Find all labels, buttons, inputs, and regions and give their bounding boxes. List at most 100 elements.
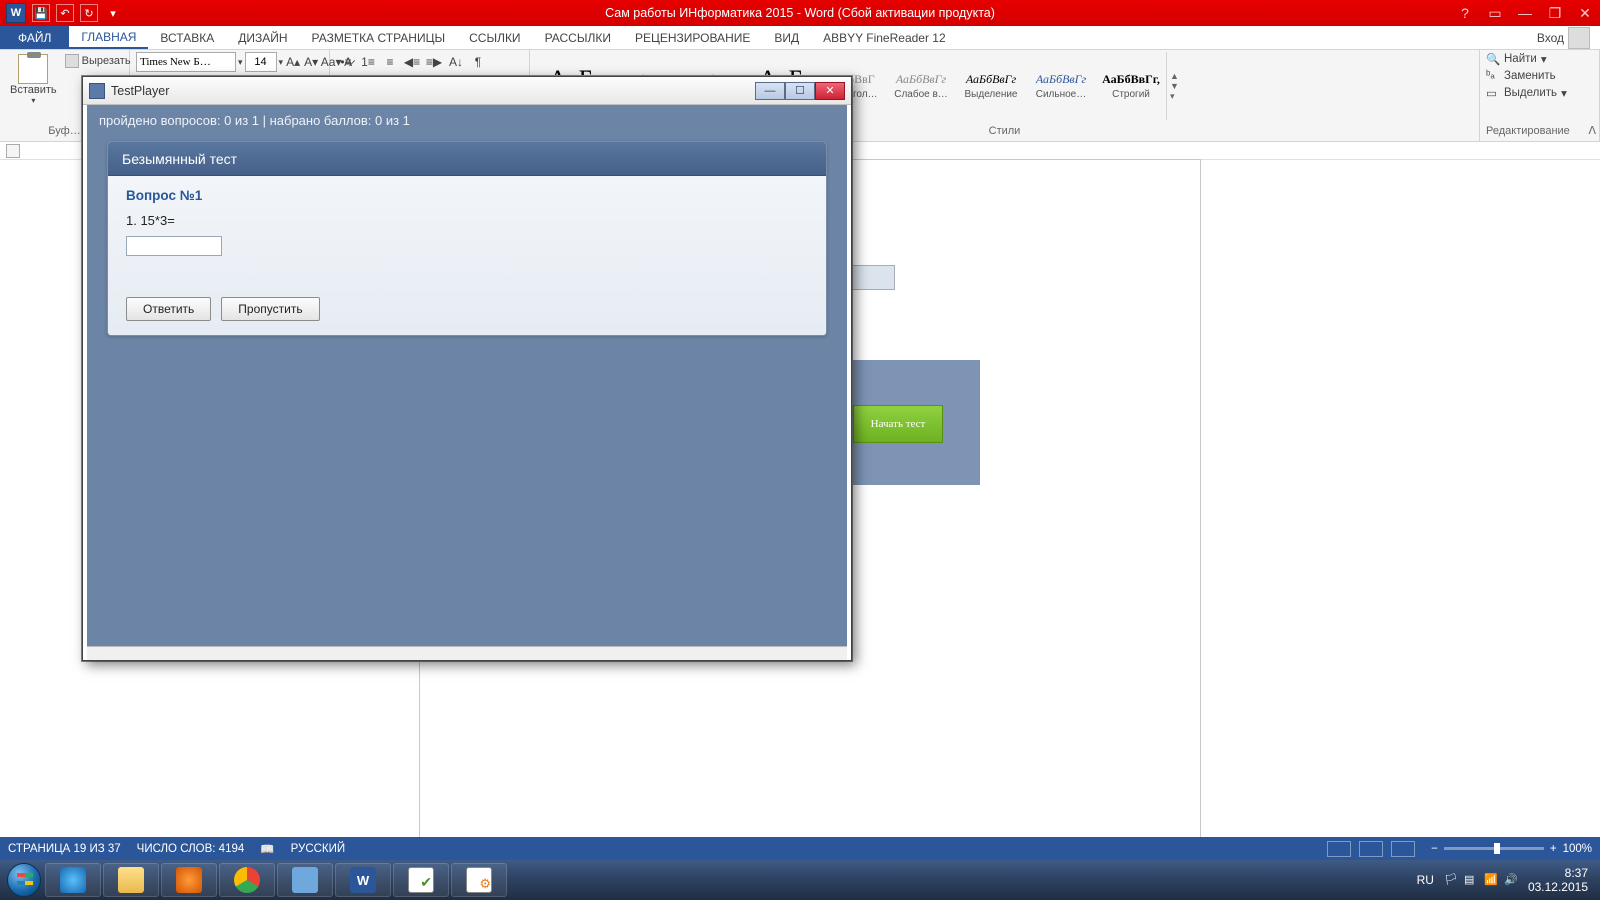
taskbar-explorer[interactable] [103,863,159,897]
web-layout-icon[interactable] [1391,841,1415,857]
app2-icon: ✔ [408,867,434,893]
page-indicator[interactable]: СТРАНИЦА 19 ИЗ 37 [8,843,121,855]
ruler-corner[interactable] [6,144,20,158]
taskbar-ie[interactable] [45,863,101,897]
word-titlebar: W 💾 ↶ ↻ ▾ Сам работы ИНформатика 2015 - … [0,0,1600,26]
tab-вид[interactable]: ВИД [762,26,811,49]
cut-button[interactable]: Вырезать [65,54,131,68]
taskbar-app1[interactable] [277,863,333,897]
tab-ссылки[interactable]: ССЫЛКИ [457,26,532,49]
save-icon[interactable]: 💾 [32,4,50,22]
style-cell[interactable]: АаБбВвГг,Строгий [1096,52,1166,120]
zoom-slider[interactable] [1444,847,1544,850]
style-cell[interactable]: АаБбВвГгВыделение [956,52,1026,120]
multilevel-icon[interactable]: ≡ [380,52,400,72]
answer-button[interactable]: Ответить [126,297,211,321]
style-cell[interactable]: АаБбВвГгСильное… [1026,52,1096,120]
tray-network-icon[interactable]: 📶 [1484,873,1498,887]
print-layout-icon[interactable] [1359,841,1383,857]
inc-indent-icon[interactable]: ≡▶ [424,52,444,72]
tray-flag-icon[interactable]: 🏳 [1444,873,1458,887]
bullets-icon[interactable]: •≡ [336,52,356,72]
taskbar-wmp[interactable] [161,863,217,897]
editing-group: 🔍Найти ▾ ᵇₐЗаменить ▭Выделить ▾ Редактир… [1480,50,1600,141]
tp-close-icon[interactable]: ✕ [815,82,845,100]
select-button[interactable]: ▭Выделить ▾ [1486,86,1593,100]
language-indicator[interactable]: РУССКИЙ [291,843,346,855]
taskbar-chrome[interactable] [219,863,275,897]
testplayer-window-controls: — ☐ ✕ [755,82,845,100]
collapse-ribbon-icon[interactable]: ᐱ [1588,124,1596,137]
skip-button[interactable]: Пропустить [221,297,319,321]
tray-volume-icon[interactable]: 🔊 [1504,873,1518,887]
numbering-icon[interactable]: 1≡ [358,52,378,72]
testplayer-body: пройдено вопросов: 0 из 1 | набрано балл… [87,105,847,646]
tab-разметка-страницы[interactable]: РАЗМЕТКА СТРАНИЦЫ [300,26,458,49]
grow-font-icon[interactable]: A▴ [285,52,301,72]
tab-вставка[interactable]: ВСТАВКА [148,26,226,49]
font-size-input[interactable] [245,52,277,72]
tp-minimize-icon[interactable]: — [755,82,785,100]
styles-expand-icon[interactable]: ▲▼▾ [1166,52,1182,120]
zoom-out-icon[interactable]: − [1431,843,1438,855]
chrome-icon [234,867,260,893]
answer-input[interactable] [126,236,222,256]
question-number: Вопрос №1 [126,188,808,203]
taskbar-app3[interactable]: ⚙ [451,863,507,897]
proofing-icon[interactable]: 📖 [260,842,274,856]
restore-icon[interactable]: ❐ [1540,2,1570,24]
style-cell[interactable]: АаБбВвГгСлабое в… [886,52,956,120]
tab-рецензирование[interactable]: РЕЦЕНЗИРОВАНИЕ [623,26,762,49]
minimize-icon[interactable]: — [1510,2,1540,24]
start-button[interactable] [4,860,44,900]
word-icon: W [6,3,26,23]
question-card: Безымянный тест Вопрос №1 1. 15*3= Ответ… [107,141,827,336]
embedded-thumbnail [850,265,895,290]
redo-icon[interactable]: ↻ [80,4,98,22]
help-icon[interactable]: ? [1450,2,1480,24]
show-marks-icon[interactable]: ¶ [468,52,488,72]
scissors-icon [65,54,79,68]
tray-language[interactable]: RU [1417,873,1434,887]
sort-icon[interactable]: A↓ [446,52,466,72]
tab-главная[interactable]: ГЛАВНАЯ [69,26,148,49]
taskbar-word[interactable]: W [335,863,391,897]
word-count[interactable]: ЧИСЛО СЛОВ: 4194 [137,843,245,855]
tp-maximize-icon[interactable]: ☐ [785,82,815,100]
tab-abbyy-finereader-12[interactable]: ABBYY FineReader 12 [811,26,958,49]
start-test-button[interactable]: Начать тест [853,405,943,443]
taskbar-app2[interactable]: ✔ [393,863,449,897]
undo-icon[interactable]: ↶ [56,4,74,22]
sign-in[interactable]: Вход [1527,26,1600,49]
dec-indent-icon[interactable]: ◀≡ [402,52,422,72]
word-window-controls: ? ▭ — ❐ ✕ [1450,2,1600,24]
find-button[interactable]: 🔍Найти ▾ [1486,52,1593,66]
zoom-in-icon[interactable]: + [1550,843,1557,855]
ribbon-display-icon[interactable]: ▭ [1480,2,1510,24]
zoom-level[interactable]: 100% [1563,843,1592,855]
font-name-input[interactable] [136,52,236,72]
tray-action-icon[interactable]: ▤ [1464,873,1478,887]
read-mode-icon[interactable] [1327,841,1351,857]
document-title: Сам работы ИНформатика 2015 - Word (Сбой… [605,6,995,20]
system-tray: RU 🏳 ▤ 📶 🔊 8:37 03.12.2015 [1417,866,1596,895]
replace-button[interactable]: ᵇₐЗаменить [1486,69,1593,83]
windows-taskbar: W ✔ ⚙ RU 🏳 ▤ 📶 🔊 8:37 03.12.2015 [0,860,1600,900]
close-icon[interactable]: ✕ [1570,2,1600,24]
tray-clock[interactable]: 8:37 03.12.2015 [1528,866,1588,895]
progress-text: пройдено вопросов: 0 из 1 | набрано балл… [87,105,847,135]
shrink-font-icon[interactable]: A▾ [303,52,319,72]
test-name: Безымянный тест [108,142,826,176]
embedded-widget: Начать тест [835,360,980,485]
word-app-icon: W [350,867,376,893]
tray-icons: 🏳 ▤ 📶 🔊 [1444,873,1518,887]
replace-icon: ᵇₐ [1486,69,1500,83]
testplayer-titlebar[interactable]: TestPlayer — ☐ ✕ [83,77,851,105]
tab-дизайн[interactable]: ДИЗАЙН [226,26,299,49]
paste-button[interactable]: Вставить ▾ [6,52,61,107]
windows-orb-icon [7,863,41,897]
tab-рассылки[interactable]: РАССЫЛКИ [533,26,623,49]
qat-more-icon[interactable]: ▾ [104,4,122,22]
tab-file[interactable]: ФАЙЛ [0,26,69,49]
app3-icon: ⚙ [466,867,492,893]
